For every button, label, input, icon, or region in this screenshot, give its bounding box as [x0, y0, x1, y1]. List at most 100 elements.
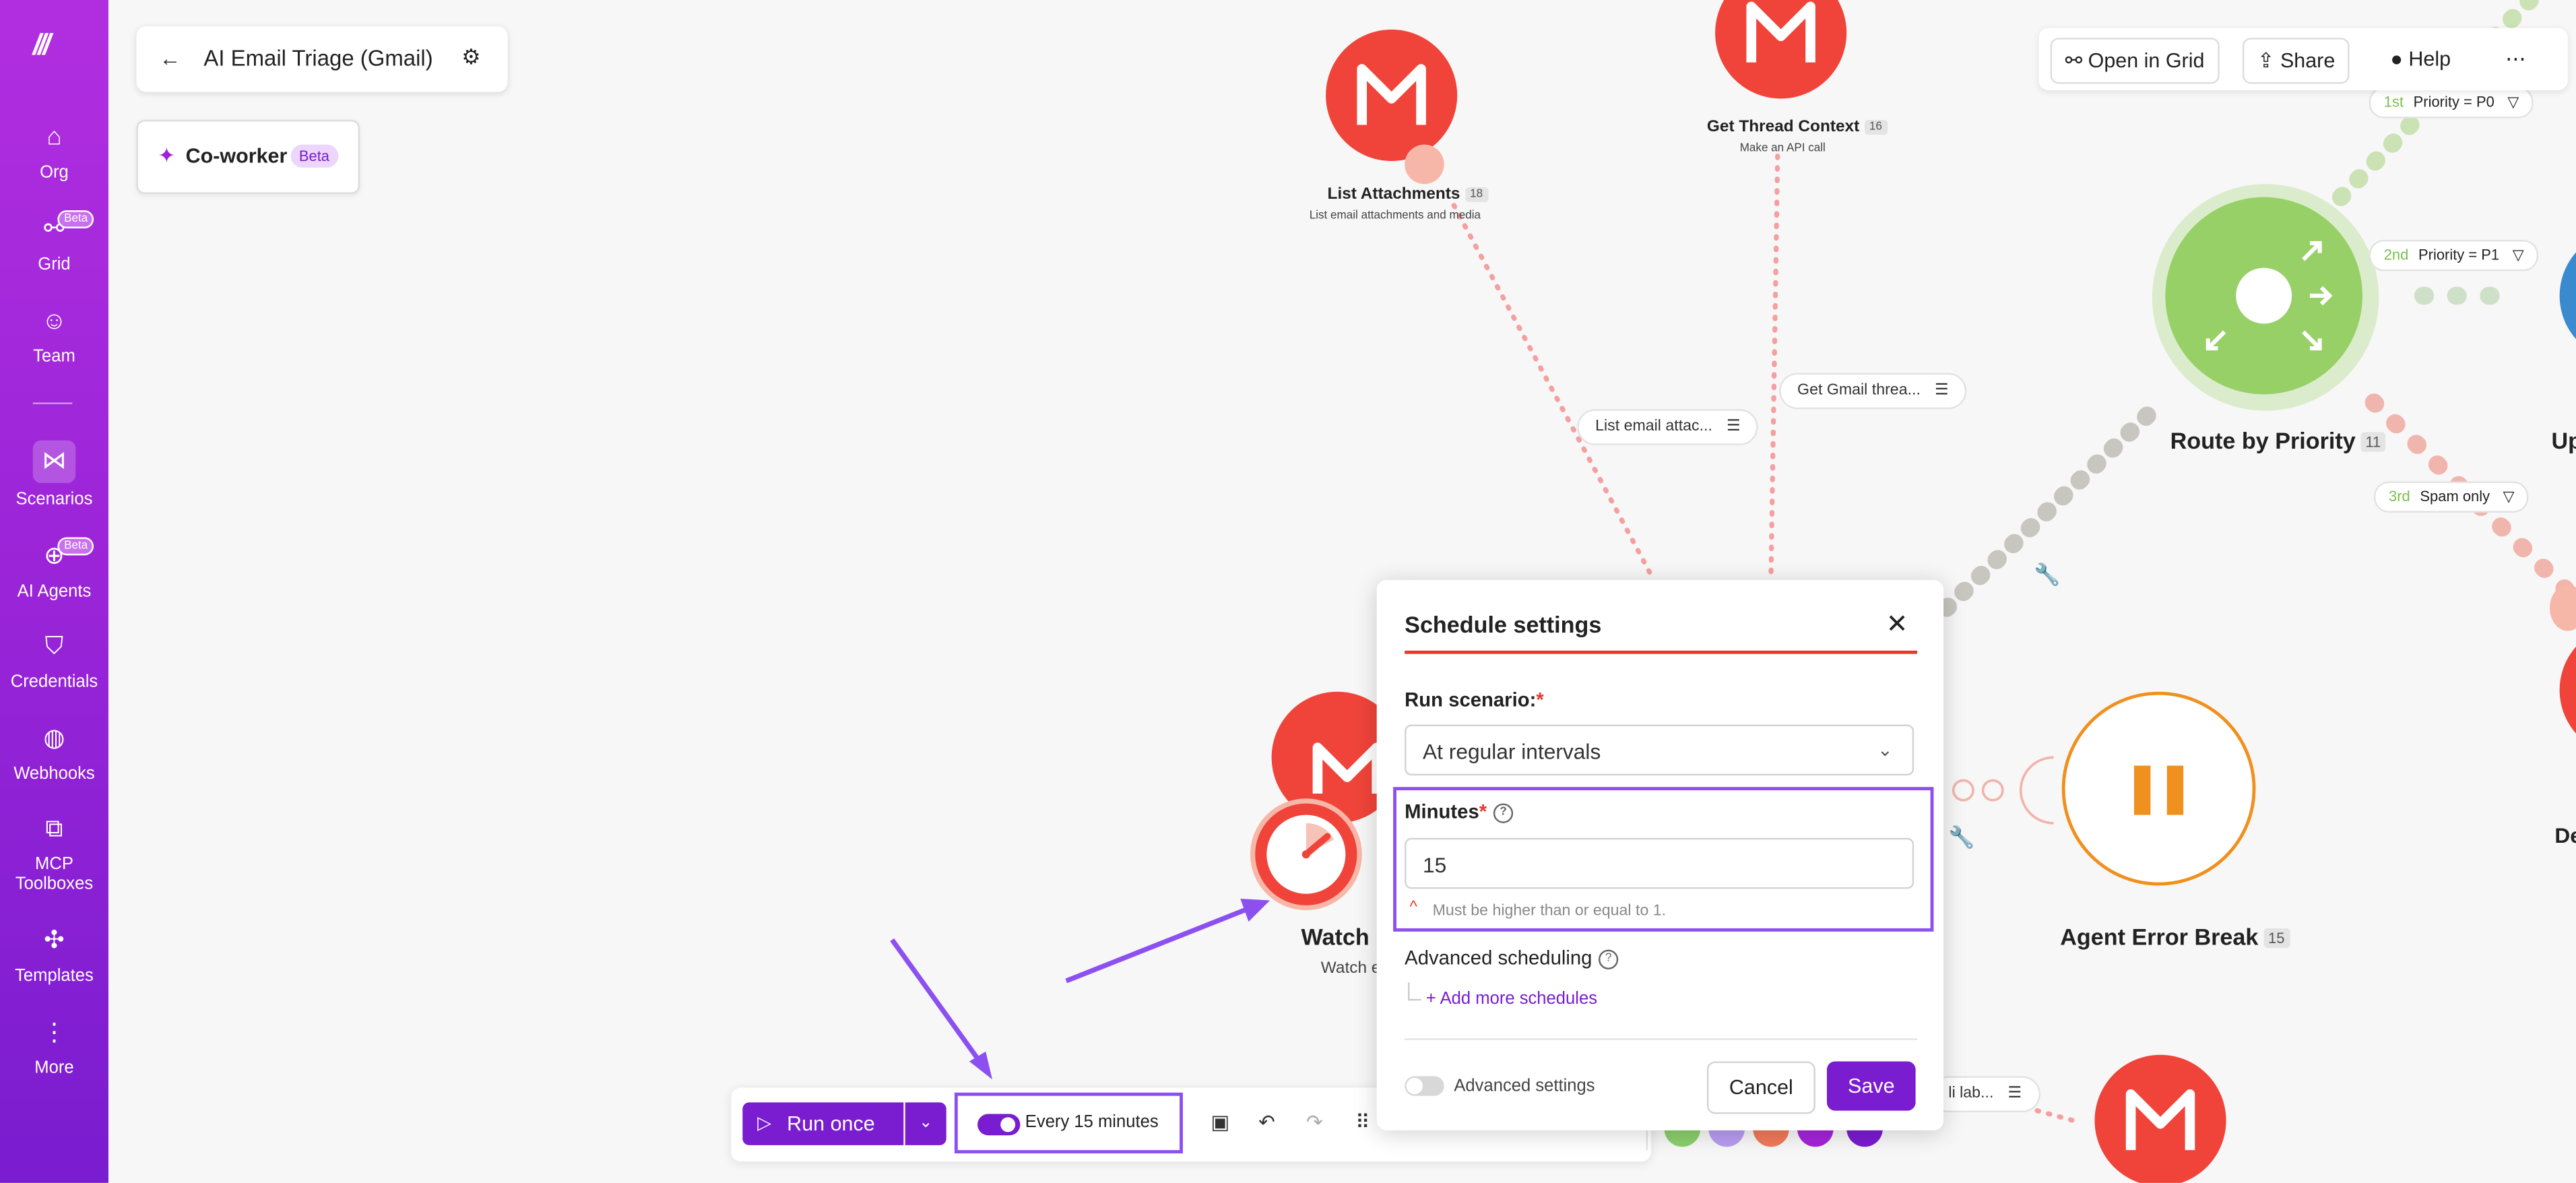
- schedule-clock-button[interactable]: [1250, 798, 1362, 911]
- funnel-icon[interactable]: ▽: [2507, 94, 2519, 110]
- filter-p1[interactable]: 2nd Priority = P1 ▽: [2369, 240, 2539, 271]
- back-arrow-icon[interactable]: ←: [160, 46, 181, 71]
- filter-spam[interactable]: 3rd Spam only ▽: [2374, 481, 2530, 513]
- sidebar-item-org[interactable]: ⌂ Org: [0, 120, 108, 183]
- cancel-button[interactable]: Cancel: [1706, 1061, 1815, 1114]
- list-attachments-handle[interactable]: [1405, 144, 1444, 185]
- gmail-icon: [1746, 1, 1815, 63]
- bottom-chip[interactable]: li lab... ☰: [1930, 1076, 2040, 1113]
- wrench-icon[interactable]: 🔧: [2034, 562, 2060, 588]
- top-actions: ⚯ Open in Grid ⇪ Share ● Help ⋯: [2038, 28, 2568, 91]
- list-attachments-title: List Attachments 18: [1328, 186, 1488, 203]
- filter-settings-icon[interactable]: ☰: [1727, 417, 1741, 435]
- team-icon: ☺: [41, 307, 67, 335]
- advanced-settings-toggle[interactable]: [1405, 1076, 1444, 1096]
- home-icon: ⌂: [46, 123, 62, 152]
- gmail-icon: [2125, 1089, 2195, 1151]
- globe-icon: ◍: [43, 724, 65, 753]
- scenario-settings-icon[interactable]: ⚙: [461, 44, 480, 71]
- mcp-icon: ⧉: [45, 814, 63, 843]
- sparkle-icon: ✦: [158, 143, 176, 168]
- add-more-schedules-link[interactable]: + Add more schedules: [1426, 989, 1597, 1009]
- pause-icon: [2134, 765, 2151, 815]
- filter-settings-icon[interactable]: ☰: [2007, 1085, 2022, 1103]
- run-scenario-label: Run scenario:*: [1405, 688, 1544, 712]
- redo-icon[interactable]: ↷: [1306, 1111, 1323, 1134]
- save-button[interactable]: Save: [1826, 1061, 1916, 1111]
- grid-icon: ⚯: [2065, 49, 2088, 73]
- plus-icon: +: [1425, 989, 1440, 1009]
- route-priority-node[interactable]: [2165, 197, 2362, 395]
- filter-settings-icon[interactable]: ☰: [1935, 381, 1949, 399]
- sidebar-item-webhooks[interactable]: ◍ Webhooks: [0, 722, 108, 784]
- partial-right-label-2: De: [2554, 823, 2576, 848]
- watch-subtitle: Watch e: [1320, 959, 1381, 978]
- scenario-title-bar: ← AI Email Triage (Gmail) ⚙: [136, 26, 508, 92]
- sidebar-item-credentials[interactable]: ⛉ Credentials: [0, 629, 108, 692]
- more-options-button[interactable]: ⋯: [2492, 38, 2540, 81]
- coworker-button[interactable]: ✦ Co-worker Beta: [136, 120, 360, 194]
- funnel-icon[interactable]: ▽: [2513, 247, 2524, 263]
- sidebar-divider: [32, 402, 73, 404]
- list-attachments-subtitle: List email attachments and media: [1309, 210, 1481, 222]
- run-options-dropdown[interactable]: ⌄: [905, 1102, 946, 1145]
- sidebar-item-team[interactable]: ☺ Team: [0, 304, 108, 366]
- coworker-beta-badge: Beta: [290, 144, 338, 168]
- make-logo[interactable]: ///: [33, 28, 75, 61]
- bottom-gmail-node[interactable]: [2094, 1054, 2226, 1183]
- share-icon: ⋈: [32, 440, 76, 484]
- chevron-down-icon: ⌄: [1877, 740, 1893, 761]
- funnel-icon[interactable]: ▽: [2503, 488, 2515, 504]
- sidebar: /// ⌂ Org ⚯ Grid Beta ☺ Team ⋈ Scenarios ⊕ AI…: [0, 0, 108, 1183]
- run-once-button[interactable]: ▷ Run once: [742, 1102, 904, 1145]
- router-arrows-icon: [2205, 241, 2333, 351]
- help-icon: ●: [2390, 47, 2409, 71]
- filter-p0[interactable]: 1st Priority = P0 ▽: [2369, 87, 2534, 119]
- share-icon: ⇪: [2257, 49, 2280, 73]
- get-gmail-chip[interactable]: Get Gmail threa... ☰: [1779, 373, 1967, 410]
- tree-connector: [1408, 982, 1421, 1001]
- more-vertical-icon: ⋮: [42, 1019, 67, 1047]
- thread-context-subtitle: Make an API call: [1739, 143, 1826, 155]
- grid-dots-icon[interactable]: ⠿: [1355, 1111, 1370, 1134]
- thread-context-title: Get Thread Context 16: [1707, 119, 1888, 136]
- help-circle-icon[interactable]: ?: [1599, 949, 1619, 969]
- agent-error-title: Agent Error Break 15: [2060, 924, 2290, 950]
- thread-context-node[interactable]: [1715, 0, 1847, 99]
- sidebar-item-more[interactable]: ⋮ More: [0, 1015, 108, 1078]
- save-icon[interactable]: ▣: [1211, 1111, 1229, 1134]
- close-icon[interactable]: ✕: [1886, 608, 1908, 641]
- agent-error-node[interactable]: [2061, 691, 2256, 886]
- advanced-scheduling-label: Advanced scheduling?: [1405, 947, 1619, 969]
- ai-agents-beta-badge: Beta: [57, 537, 95, 556]
- schedule-highlight: [954, 1092, 1183, 1154]
- scenario-title[interactable]: AI Email Triage (Gmail): [203, 46, 432, 71]
- dialog-divider: [1405, 1038, 1918, 1040]
- title-underline: [1405, 650, 1918, 654]
- coworker-label: Co-worker: [185, 144, 288, 168]
- run-scenario-select[interactable]: At regular intervals ⌄: [1405, 724, 1914, 776]
- watch-title: Watch: [1301, 923, 1370, 950]
- list-email-chip[interactable]: List email attac... ☰: [1577, 409, 1759, 445]
- minutes-highlight: [1393, 787, 1934, 932]
- partial-right-label-1: Up: [2551, 427, 2576, 454]
- grid-beta-badge: Beta: [57, 210, 95, 228]
- puzzle-icon: ✣: [44, 926, 65, 955]
- advanced-settings-label: Advanced settings: [1454, 1076, 1595, 1096]
- list-attachments-node[interactable]: [1326, 29, 1458, 162]
- shield-icon: ⛉: [44, 632, 64, 661]
- play-icon: ▷: [757, 1114, 771, 1134]
- clock-icon: [1266, 814, 1346, 894]
- sidebar-item-scenarios[interactable]: ⋈ Scenarios: [0, 440, 108, 509]
- canvas-connections: [890, 0, 2576, 1123]
- open-in-grid-button[interactable]: ⚯ Open in Grid: [2050, 38, 2220, 84]
- dialog-title: Schedule settings: [1405, 611, 1602, 638]
- help-button[interactable]: ● Help: [2377, 38, 2464, 81]
- sidebar-item-templates[interactable]: ✣ Templates: [0, 924, 108, 986]
- gmail-icon: [1357, 64, 1426, 125]
- route-priority-title: Route by Priority 11: [2170, 427, 2386, 453]
- wrench-icon[interactable]: 🔧: [1948, 825, 1974, 851]
- undo-icon[interactable]: ↶: [1258, 1111, 1275, 1134]
- share-button[interactable]: ⇪ Share: [2242, 38, 2350, 84]
- sidebar-item-mcp-toolboxes[interactable]: ⧉ MCP Toolboxes: [7, 812, 102, 894]
